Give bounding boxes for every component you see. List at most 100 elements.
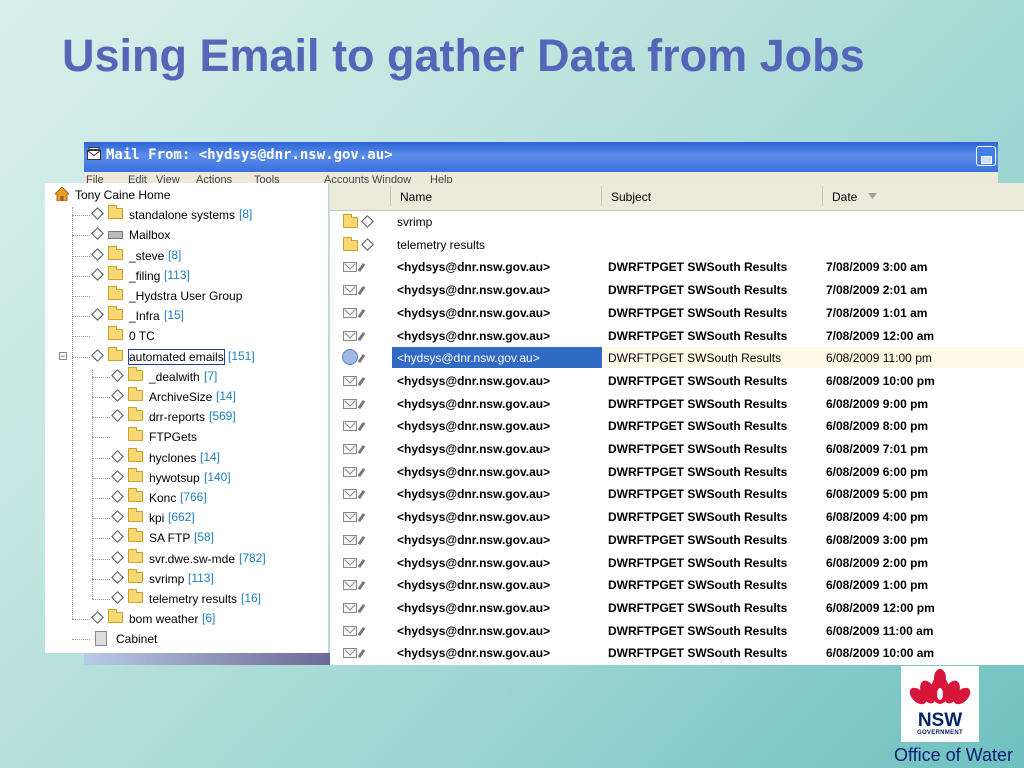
folder-row[interactable]: telemetry results [330, 233, 1024, 256]
collapse-toggle[interactable]: − [59, 351, 67, 360]
folder-icon [108, 326, 123, 341]
tree-item[interactable]: svr.dwe.sw-mde [782] [45, 548, 328, 569]
tree-item[interactable]: bom weather [6] [45, 609, 328, 629]
folder-label[interactable]: Konc [149, 491, 176, 505]
attachment-pen-icon [357, 490, 366, 500]
envelope-icon [343, 330, 357, 341]
folder-label[interactable]: _steve [129, 249, 164, 263]
sender-name: <hydsys@dnr.nsw.gov.au> [397, 510, 551, 525]
folder-label[interactable]: automated emails [128, 348, 225, 365]
folder-icon [128, 589, 143, 603]
message-row[interactable]: <hydsys@dnr.nsw.gov.au> DWRFTPGET SWSouth… [330, 255, 1024, 278]
message-row[interactable]: <hydsys@dnr.nsw.gov.au> DWRFTPGET SWSouth… [330, 619, 1024, 642]
unread-count: [113] [164, 267, 190, 282]
tree-item[interactable]: svrimp [113] [45, 568, 328, 589]
restore-button[interactable] [976, 146, 996, 166]
tree-item[interactable]: hyclones [14] [45, 447, 328, 468]
message-row[interactable]: <hydsys@dnr.nsw.gov.au> DWRFTPGET SWSouth… [330, 460, 1024, 483]
tree-item[interactable]: drr-reports [569] [45, 407, 328, 427]
folder-label[interactable]: kpi [149, 511, 164, 525]
tree-guide-line [92, 578, 110, 580]
tree-item[interactable]: kpi [662] [45, 508, 328, 528]
folder-label[interactable]: _filing [129, 269, 160, 283]
message-row[interactable]: <hydsys@dnr.nsw.gov.au> DWRFTPGET SWSouth… [330, 414, 1024, 437]
message-row[interactable]: <hydsys@dnr.nsw.gov.au> DWRFTPGET SWSouth… [330, 505, 1024, 528]
message-row[interactable]: <hydsys@dnr.nsw.gov.au> DWRFTPGET SWSouth… [330, 369, 1024, 392]
folder-icon [128, 387, 143, 401]
sort-descending-icon[interactable] [868, 193, 877, 199]
column-subject[interactable]: Subject [611, 190, 651, 204]
message-row[interactable]: <hydsys@dnr.nsw.gov.au> DWRFTPGET SWSouth… [330, 573, 1024, 596]
folder-label[interactable]: FTPGets [149, 430, 197, 444]
sync-diamond-icon [111, 591, 124, 604]
folder-label[interactable]: Mailbox [129, 228, 170, 242]
message-row[interactable]: <hydsys@dnr.nsw.gov.au> DWRFTPGET SWSouth… [330, 482, 1024, 505]
folder-label[interactable]: drr-reports [149, 410, 205, 424]
nsw-government-logo: NSW GOVERNMENT [901, 666, 979, 742]
tree-item[interactable]: Konc [766] [45, 488, 328, 508]
tree-item[interactable]: hywotsup [140] [45, 467, 328, 488]
column-name[interactable]: Name [400, 190, 432, 204]
folder-icon [128, 548, 143, 563]
folder-label[interactable]: _dealwith [149, 370, 200, 384]
envelope-icon [343, 489, 357, 500]
message-date: 6/08/2009 9:00 pm [826, 396, 929, 411]
folder-label[interactable]: ArchiveSize [149, 390, 212, 404]
folder-label[interactable]: 0 TC [129, 329, 155, 343]
tree-item[interactable]: ArchiveSize [14] [45, 387, 328, 407]
tree-item[interactable]: _dealwith [7] [45, 366, 328, 387]
tree-guide-line [72, 275, 90, 277]
message-row[interactable]: <hydsys@dnr.nsw.gov.au> DWRFTPGET SWSouth… [330, 437, 1024, 460]
tree-item[interactable]: telemetry results [16] [45, 589, 328, 609]
message-row[interactable]: <hydsys@dnr.nsw.gov.au> DWRFTPGET SWSouth… [330, 324, 1024, 347]
sync-diamond-icon [91, 267, 104, 281]
folder-label[interactable]: telemetry results [149, 592, 237, 606]
tree-item[interactable]: Mailbox [45, 225, 328, 245]
tree-item[interactable]: _filing [113] [45, 265, 328, 286]
folder-label[interactable]: SA FTP [149, 531, 190, 545]
folder-label[interactable]: hyclones [149, 451, 196, 465]
tree-item[interactable]: _Hydstra User Group [45, 286, 328, 306]
folder-label[interactable]: svr.dwe.sw-mde [149, 552, 235, 566]
message-row[interactable]: <hydsys@dnr.nsw.gov.au> DWRFTPGET SWSouth… [330, 301, 1024, 324]
message-row[interactable]: <hydsys@dnr.nsw.gov.au> DWRFTPGET SWSouth… [330, 641, 1024, 664]
tree-item[interactable]: FTPGets [45, 427, 328, 447]
folder-label[interactable]: Tony Caine Home [75, 188, 170, 202]
message-row[interactable]: <hydsys@dnr.nsw.gov.au> DWRFTPGET SWSouth… [330, 528, 1024, 551]
tree-item[interactable]: − automated emails [151] [45, 346, 328, 367]
folder-icon [128, 407, 143, 422]
message-date: 7/08/2009 12:00 am [826, 328, 935, 343]
folder-row[interactable]: svrimp [330, 210, 1024, 233]
tree-item[interactable]: _Infra [15] [45, 306, 328, 326]
folder-label[interactable]: Cabinet [116, 632, 157, 646]
window-titlebar[interactable]: Mail From: <hydsys@dnr.nsw.gov.au> [84, 142, 998, 172]
tree-item[interactable]: _steve [8] [45, 245, 328, 266]
tree-item[interactable]: Tony Caine Home [45, 185, 328, 205]
folder-label[interactable]: hywotsup [149, 471, 200, 485]
message-row[interactable]: <hydsys@dnr.nsw.gov.au> DWRFTPGET SWSouth… [330, 278, 1024, 301]
folder-label[interactable]: svrimp [149, 572, 184, 586]
tree-item[interactable]: Cabinet [45, 629, 328, 649]
tree-item[interactable]: 0 TC [45, 326, 328, 346]
envelope-icon [343, 444, 357, 454]
tree-guide-line [92, 457, 110, 459]
folder-label[interactable]: _Hydstra User Group [129, 289, 242, 303]
tree-item[interactable]: standalone systems [8] [45, 205, 328, 225]
sender-name: telemetry results [397, 237, 486, 252]
message-subject: DWRFTPGET SWSouth Results [608, 351, 782, 366]
tree-item[interactable]: SA FTP [58] [45, 528, 328, 548]
unread-count: [14] [200, 449, 221, 464]
message-row[interactable]: <hydsys@dnr.nsw.gov.au> DWRFTPGET SWSouth… [330, 392, 1024, 415]
folder-label[interactable]: standalone systems [129, 208, 235, 222]
message-row[interactable]: <hydsys@dnr.nsw.gov.au> DWRFTPGET SWSouth… [330, 346, 1024, 369]
folder-label[interactable]: _Infra [129, 309, 160, 323]
home-icon [55, 187, 69, 201]
folder-label[interactable]: bom weather [129, 612, 198, 626]
envelope-icon [343, 602, 357, 613]
message-row[interactable]: <hydsys@dnr.nsw.gov.au> DWRFTPGET SWSouth… [330, 551, 1024, 574]
column-date[interactable]: Date [832, 190, 857, 204]
envelope-icon [343, 534, 357, 545]
message-row[interactable]: <hydsys@dnr.nsw.gov.au> DWRFTPGET SWSouth… [330, 596, 1024, 619]
sync-diamond-icon [111, 570, 124, 584]
message-subject: DWRFTPGET SWSouth Results [608, 283, 788, 298]
